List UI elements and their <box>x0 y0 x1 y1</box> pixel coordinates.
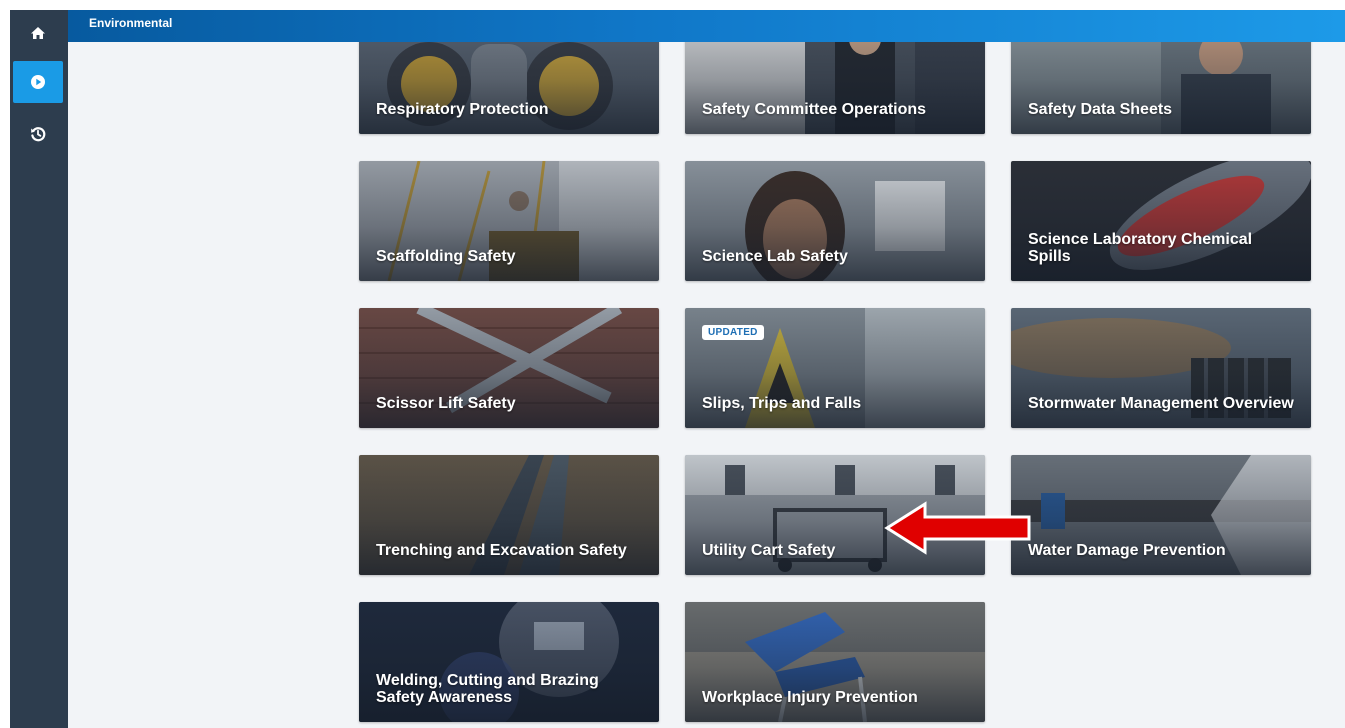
course-title: Stormwater Management Overview <box>1028 395 1294 412</box>
course-card-slips-trips-and-falls[interactable]: UPDATED Slips, Trips and Falls <box>685 308 985 428</box>
course-card-safety-committee-operations[interactable]: Safety Committee Operations <box>685 42 985 134</box>
course-title: Safety Committee Operations <box>702 101 927 118</box>
course-title: Respiratory Protection <box>376 101 549 118</box>
course-title: Slips, Trips and Falls <box>702 395 862 412</box>
play-circle-icon <box>30 74 46 90</box>
course-card-water-damage-prevention[interactable]: Water Damage Prevention <box>1011 455 1311 575</box>
course-title: Safety Data Sheets <box>1028 101 1173 118</box>
header-bar: Environmental <box>68 10 1345 42</box>
course-title: Welding, Cutting and Brazing Safety Awar… <box>376 672 599 706</box>
updated-badge: UPDATED <box>702 325 764 340</box>
course-title: Water Damage Prevention <box>1028 542 1226 559</box>
course-title: Scissor Lift Safety <box>376 395 516 412</box>
course-card-stormwater-management-overview[interactable]: Stormwater Management Overview <box>1011 308 1311 428</box>
app-window: Environmental Respiratory Protection Saf… <box>10 10 1345 728</box>
page-title: Environmental <box>89 16 173 30</box>
sidebar-item-history[interactable] <box>13 113 63 155</box>
course-card-scaffolding-safety[interactable]: Scaffolding Safety <box>359 161 659 281</box>
history-icon <box>30 126 46 142</box>
course-card-scissor-lift-safety[interactable]: Scissor Lift Safety <box>359 308 659 428</box>
course-grid: Respiratory Protection Safety Committee … <box>68 42 1345 728</box>
course-title: Science Laboratory Chemical Spills <box>1028 231 1253 265</box>
home-icon <box>30 26 46 40</box>
course-title: Scaffolding Safety <box>376 248 516 265</box>
course-card-safety-data-sheets[interactable]: Safety Data Sheets <box>1011 42 1311 134</box>
course-title: Workplace Injury Prevention <box>702 689 918 706</box>
red-arrow-annotation <box>884 501 1031 555</box>
course-card-welding-cutting-and-brazing-safety-awareness[interactable]: Welding, Cutting and Brazing Safety Awar… <box>359 602 659 722</box>
course-card-science-laboratory-chemical-spills[interactable]: Science Laboratory Chemical Spills <box>1011 161 1311 281</box>
course-title: Science Lab Safety <box>702 248 848 265</box>
course-title: Trenching and Excavation Safety <box>376 542 627 559</box>
course-card-workplace-injury-prevention[interactable]: Workplace Injury Prevention <box>685 602 985 722</box>
sidebar <box>10 10 68 728</box>
course-card-respiratory-protection[interactable]: Respiratory Protection <box>359 42 659 134</box>
course-card-trenching-and-excavation-safety[interactable]: Trenching and Excavation Safety <box>359 455 659 575</box>
sidebar-item-courses[interactable] <box>13 61 63 103</box>
sidebar-item-home[interactable] <box>13 12 63 54</box>
course-card-science-lab-safety[interactable]: Science Lab Safety <box>685 161 985 281</box>
